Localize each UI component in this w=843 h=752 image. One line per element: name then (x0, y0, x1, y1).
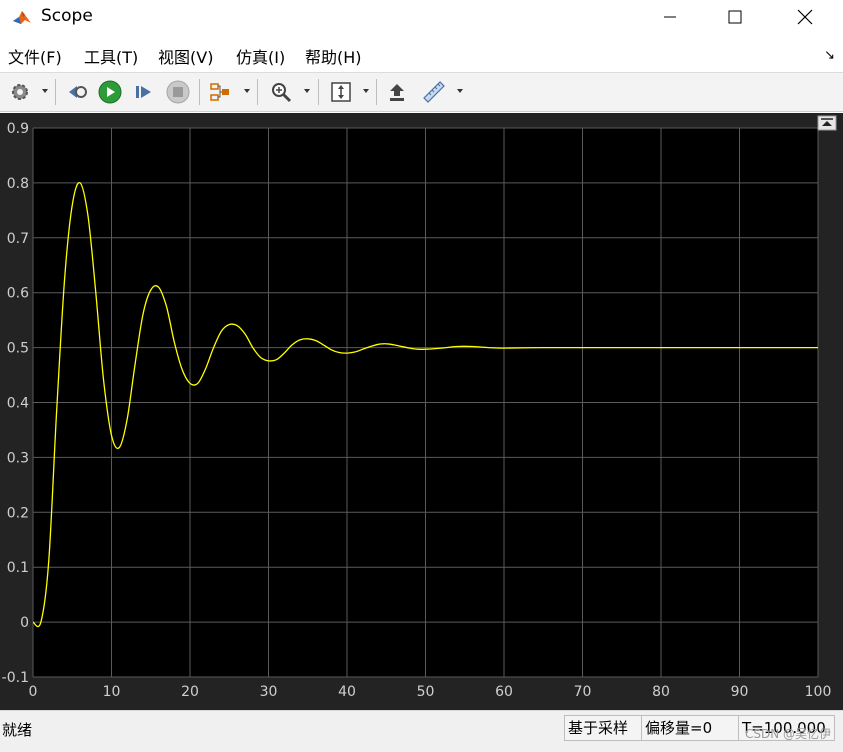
matlab-logo-icon (11, 6, 33, 28)
zoom-dropdown-icon[interactable] (304, 89, 310, 93)
x-tick-label: 70 (574, 684, 592, 700)
y-tick-label: 0.1 (7, 560, 29, 576)
status-offset: 偏移量=0 (641, 715, 739, 741)
close-button[interactable] (782, 0, 828, 34)
y-tick-label: 0.2 (7, 505, 29, 521)
stop-icon (166, 80, 190, 104)
y-tick-label: 0.3 (7, 450, 29, 466)
x-tick-label: 30 (260, 684, 278, 700)
x-tick-label: 90 (731, 684, 749, 700)
x-tick-label: 50 (417, 684, 435, 700)
y-tick-label: 0.6 (7, 286, 29, 302)
step-back-button[interactable] (64, 79, 90, 105)
scope-display: 0 10 20 30 40 50 60 70 80 90 100 -0.1 0 0.1 0.2 0.3 0.4 0… (0, 113, 843, 710)
x-tick-label: 40 (338, 684, 356, 700)
signal-selector-dropdown-icon[interactable] (244, 89, 250, 93)
signal-selector-button[interactable] (207, 79, 233, 105)
x-tick-label: 80 (652, 684, 670, 700)
undock-arrow-icon[interactable]: ↘ (824, 48, 835, 63)
settings-button[interactable] (7, 79, 33, 105)
stop-button[interactable] (165, 79, 191, 105)
y-tick-label: 0 (20, 615, 29, 631)
measurements-icon (423, 81, 445, 103)
title-bar: Scope (0, 0, 843, 36)
maximize-button[interactable] (712, 0, 758, 34)
y-tick-label: 0.4 (7, 396, 29, 412)
step-forward-button[interactable] (131, 79, 157, 105)
y-tick-label: 0.8 (7, 176, 29, 192)
signal-selector-icon (210, 83, 229, 101)
zoom-in-icon (272, 83, 292, 103)
autoscale-button[interactable] (328, 79, 354, 105)
x-tick-label: 100 (805, 684, 832, 700)
menu-help[interactable]: 帮助(H) (305, 44, 362, 68)
x-tick-label: 20 (181, 684, 199, 700)
toolbar (0, 72, 843, 112)
status-sampling-mode: 基于采样 (564, 715, 642, 741)
highlight-block-icon (390, 84, 404, 101)
settings-icon (12, 84, 28, 100)
autoscale-dropdown-icon[interactable] (363, 89, 369, 93)
y-tick-label: 0.5 (7, 341, 29, 357)
watermark: CSDN @吴忆伊 (744, 727, 831, 741)
maximize-icon (728, 10, 742, 24)
settings-dropdown-icon[interactable] (42, 89, 48, 93)
x-tick-label: 0 (29, 684, 38, 700)
window-title: Scope (41, 6, 93, 26)
measurements-button[interactable] (421, 79, 447, 105)
menu-tools[interactable]: 工具(T) (84, 44, 138, 68)
zoom-button[interactable] (268, 79, 294, 105)
menu-simulation[interactable]: 仿真(I) (236, 44, 285, 68)
step-back-icon (69, 86, 87, 98)
menu-view[interactable]: 视图(V) (158, 44, 213, 68)
scope-chart[interactable]: 0 10 20 30 40 50 60 70 80 90 100-0.100.10.20.30.40… (0, 113, 843, 710)
minimize-icon (664, 16, 676, 18)
minimize-button[interactable] (647, 0, 693, 34)
autoscale-icon (331, 82, 351, 102)
run-button[interactable] (97, 79, 123, 105)
close-icon (797, 9, 813, 25)
y-tick-label: 0.7 (7, 231, 29, 247)
status-text: 就绪 (2, 721, 33, 739)
x-tick-label: 60 (495, 684, 513, 700)
highlight-block-button[interactable] (384, 79, 410, 105)
status-bar: 就绪 基于采样 偏移量=0 T=100.000 CSDN @吴忆伊 (0, 710, 843, 752)
menu-file[interactable]: 文件(F) (8, 44, 62, 68)
y-tick-label: -0.1 (2, 670, 29, 686)
run-icon (98, 80, 122, 104)
measurements-dropdown-icon[interactable] (457, 89, 463, 93)
undock-plot-button[interactable] (817, 115, 837, 131)
y-tick-label: 0.9 (7, 121, 29, 137)
step-forward-icon (136, 86, 151, 98)
x-tick-label: 10 (103, 684, 121, 700)
menu-bar: 文件(F) 工具(T) 视图(V) 仿真(I) 帮助(H) ↘ (0, 40, 843, 70)
